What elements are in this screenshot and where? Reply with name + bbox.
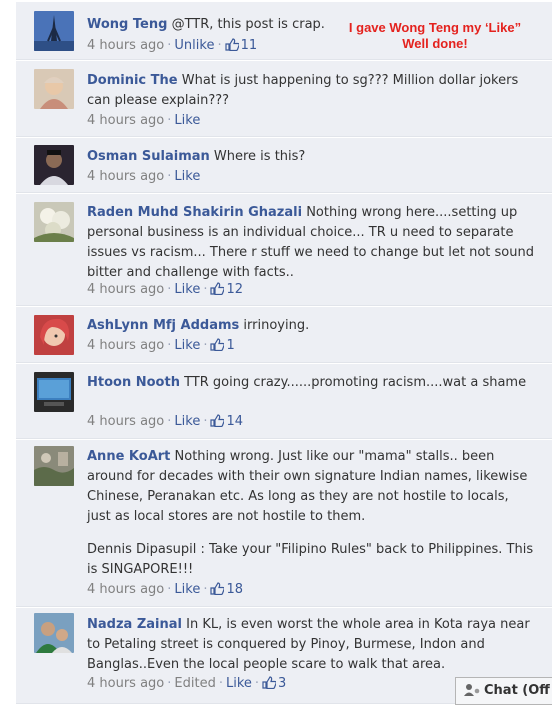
avatar[interactable] (34, 11, 74, 51)
like-link[interactable]: Like (174, 169, 200, 184)
author-name[interactable]: Raden Muhd Shakirin Ghazali (87, 205, 302, 220)
thumbs-up-icon (210, 282, 226, 302)
timestamp[interactable]: 4 hours ago (87, 169, 164, 184)
thumbs-up-icon (210, 582, 226, 602)
comment-body: Raden Muhd Shakirin Ghazali Nothing wron… (87, 203, 536, 283)
like-count[interactable]: 1 (226, 338, 234, 353)
comment-text: TTR going crazy......promoting racism...… (184, 375, 527, 390)
comment-text: irrinoying. (243, 318, 310, 333)
comment-body: Osman Sulaiman Where is this? (87, 147, 536, 167)
comment-item: Dominic The What is just happening to sg… (16, 61, 552, 137)
comment-body: AshLynn Mfj Addams irrinoying. (87, 316, 536, 336)
comment-meta: 4 hours ago · Like (87, 113, 201, 128)
comment-item: Htoon Nooth TTR going crazy......promoti… (16, 364, 552, 439)
like-count[interactable]: 12 (226, 282, 243, 297)
like-count[interactable]: 11 (241, 38, 258, 53)
like-link[interactable]: Like (226, 676, 252, 691)
avatar[interactable] (34, 372, 74, 412)
comment-text-paragraph: Dennis Dipasupil : Take your "Filipino R… (87, 542, 534, 577)
comment-meta: 4 hours ago · Unlike · 11 (87, 36, 257, 58)
unlike-link[interactable]: Unlike (174, 38, 214, 53)
timestamp[interactable]: 4 hours ago (87, 582, 164, 597)
thumbs-up-icon (210, 338, 226, 358)
timestamp[interactable]: 4 hours ago (87, 282, 164, 297)
chat-label: Chat (Off (484, 683, 550, 698)
comment-item: Osman Sulaiman Where is this? 4 hours ag… (16, 138, 552, 193)
like-link[interactable]: Like (174, 582, 200, 597)
annotation-line: Well done! (402, 36, 468, 51)
avatar[interactable] (34, 446, 74, 486)
thumbs-up-icon (224, 38, 240, 58)
avatar[interactable] (34, 145, 74, 185)
author-name[interactable]: Htoon Nooth (87, 375, 180, 390)
like-link[interactable]: Like (174, 338, 200, 353)
comment-text: Where is this? (213, 149, 306, 164)
comment-body: Nadza Zainal In KL, is even worst the wh… (87, 615, 536, 675)
annotation-line: I gave Wong Teng my ‘Like” (348, 20, 522, 35)
comment-thread: Wong Teng @TTR, this post is crap. 4 hou… (8, 0, 552, 713)
comment-body: Dominic The What is just happening to sg… (87, 71, 536, 111)
avatar[interactable] (34, 202, 74, 242)
comment-item: Anne KoArt Nothing wrong. Just like our … (16, 440, 552, 607)
comment-item: AshLynn Mfj Addams irrinoying. 4 hours a… (16, 307, 552, 363)
comment-meta: 4 hours ago · Like · 18 (87, 580, 243, 602)
annotation-note: I gave Wong Teng my ‘Like” Well done! (335, 20, 535, 52)
comment-item: Raden Muhd Shakirin Ghazali Nothing wron… (16, 194, 552, 306)
author-name[interactable]: AshLynn Mfj Addams (87, 318, 239, 333)
thumbs-up-icon (262, 676, 277, 696)
timestamp[interactable]: 4 hours ago (87, 676, 164, 691)
comment-meta: 4 hours ago · Like (87, 169, 201, 184)
like-link[interactable]: Like (174, 113, 200, 128)
comment-body: Htoon Nooth TTR going crazy......promoti… (87, 373, 536, 393)
comment-meta: 4 hours ago · Edited · Like · 3 (87, 674, 286, 696)
comment-meta: 4 hours ago · Like · 14 (87, 412, 243, 434)
author-name[interactable]: Nadza Zainal (87, 617, 182, 632)
timestamp[interactable]: 4 hours ago (87, 38, 164, 53)
timestamp[interactable]: 4 hours ago (87, 338, 164, 353)
edited-label[interactable]: Edited (174, 676, 215, 691)
author-name[interactable]: Dominic The (87, 73, 178, 88)
author-name[interactable]: Osman Sulaiman (87, 149, 210, 164)
avatar[interactable] (34, 613, 74, 653)
author-name[interactable]: Wong Teng (87, 17, 167, 32)
avatar[interactable] (34, 69, 74, 109)
author-name[interactable]: Anne KoArt (87, 449, 170, 464)
like-link[interactable]: Like (174, 282, 200, 297)
like-count[interactable]: 3 (278, 676, 286, 691)
like-link[interactable]: Like (174, 414, 200, 429)
avatar[interactable] (34, 315, 74, 355)
thumbs-up-icon (210, 414, 226, 434)
chat-bar[interactable]: Chat (Off (455, 677, 552, 705)
like-count[interactable]: 14 (226, 414, 243, 429)
comment-meta: 4 hours ago · Like · 1 (87, 336, 235, 358)
timestamp[interactable]: 4 hours ago (87, 414, 164, 429)
comment-body: Anne KoArt Nothing wrong. Just like our … (87, 447, 536, 527)
comment-text: @TTR, this post is crap. (171, 17, 325, 32)
timestamp[interactable]: 4 hours ago (87, 113, 164, 128)
comment-meta: 4 hours ago · Like · 12 (87, 280, 243, 302)
like-count[interactable]: 18 (226, 582, 243, 597)
chat-person-icon (464, 681, 480, 704)
